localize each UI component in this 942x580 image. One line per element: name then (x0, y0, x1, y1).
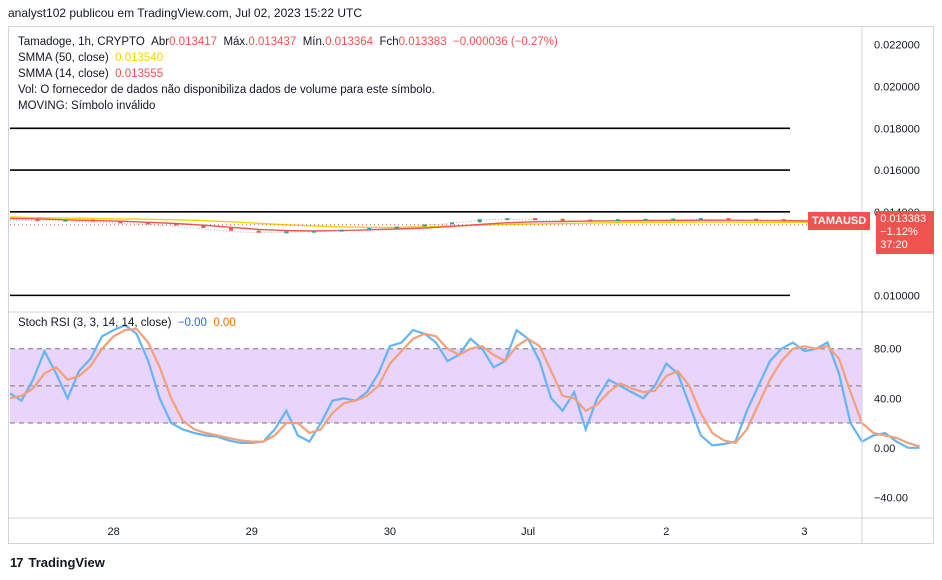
candle (35, 219, 40, 222)
candle (643, 218, 648, 221)
current-price-box: 0.013383 −1.12% 37:20 (876, 211, 934, 254)
price-axis-tick: 0.018000 (874, 123, 920, 135)
price-axis-tick: 0.016000 (874, 165, 920, 177)
rsi-axis-tick: −40.00 (874, 492, 908, 504)
candle (422, 224, 427, 227)
high-value: 0.013437 (248, 36, 297, 48)
candle (560, 218, 565, 221)
candle (63, 219, 68, 222)
close-value: 0.013383 (398, 36, 447, 48)
candle (754, 218, 759, 221)
candle (118, 221, 123, 224)
price-badge: TAMAUSD 0.013383 −1.12% 37:20 (808, 211, 934, 254)
candle (339, 229, 344, 232)
change-value: −0.000036 (−0.27%) (452, 36, 558, 48)
x-axis-tick: 3 (801, 526, 807, 538)
stoch-rsi-pane (9, 323, 920, 449)
x-axis-tick: 28 (107, 526, 119, 538)
candle (284, 231, 289, 234)
tradingview-logo-icon: 17 (10, 555, 24, 570)
x-axis-tick: Jul (521, 526, 535, 538)
bar-countdown: 37:20 (880, 239, 908, 251)
current-price: 0.013383 (880, 213, 927, 225)
candle (698, 218, 703, 221)
candle (256, 230, 261, 233)
x-axis-tick: 30 (384, 526, 396, 538)
candle (781, 219, 786, 222)
candle (146, 222, 151, 225)
candle (450, 222, 455, 225)
rsi-k-value: −0.00 (177, 317, 207, 329)
symbol-line: Tamadoge, 1h, CRYPTO (18, 36, 145, 48)
x-axis-tick: 2 (663, 526, 669, 538)
volume-note: Vol: O fornecedor de dados não disponibi… (18, 84, 435, 96)
open-value: 0.013417 (169, 36, 218, 48)
candle (311, 230, 316, 233)
candle (726, 218, 731, 221)
price-axis-tick: 0.022000 (874, 40, 920, 52)
x-axis-tick: 29 (246, 526, 258, 538)
ohlc-line: Tamadoge, 1h, CRYPTO Abr0.013417 Máx.0.0… (18, 36, 558, 48)
candle (90, 219, 95, 222)
candle (229, 227, 234, 231)
moving-note: MOVING: Símbolo inválido (18, 100, 156, 112)
rsi-d-value: 0.00 (213, 317, 236, 329)
candle (588, 219, 593, 222)
symbol-tag: TAMAUSD (808, 212, 871, 230)
sma14-line: SMMA (14, close) 0.013555 (18, 68, 164, 80)
sma50-value: 0.013540 (115, 52, 164, 64)
price-legend: Tamadoge, 1h, CRYPTO Abr0.013417 Máx.0.0… (18, 34, 558, 114)
candle (367, 227, 372, 230)
rsi-legend: Stoch RSI (3, 3, 14, 14, close) −0.00 0.… (18, 315, 236, 331)
candle (477, 219, 482, 223)
current-change: −1.12% (880, 226, 918, 238)
rsi-label: Stoch RSI (3, 3, 14, 14, close) (18, 317, 172, 329)
rsi-axis-tick: 80.00 (874, 344, 902, 356)
low-value: 0.013364 (325, 36, 374, 48)
footer-brand[interactable]: 17 TradingView (10, 555, 105, 570)
rsi-axis-tick: 40.00 (874, 393, 902, 405)
brand-name: TradingView (28, 555, 105, 570)
rsi-axis-tick: 0.00 (874, 443, 895, 455)
candle (671, 218, 676, 221)
candle (201, 225, 206, 228)
candle (505, 218, 510, 221)
price-axis-tick: 0.010000 (874, 290, 920, 302)
candle (394, 226, 399, 229)
price-axis-tick: 0.020000 (874, 81, 920, 93)
sma14-value: 0.013555 (115, 68, 164, 80)
candle (615, 219, 620, 222)
price-pane (9, 127, 862, 297)
sma50-line: SMMA (50, close) 0.013540 (18, 52, 164, 64)
candle (533, 218, 538, 221)
